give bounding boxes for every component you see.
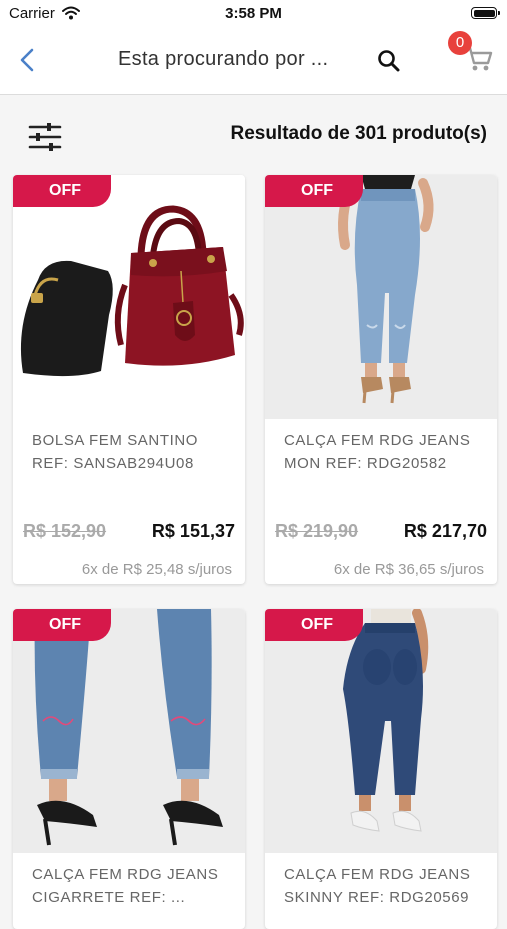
filter-sliders-icon[interactable] [28,122,62,152]
product-card[interactable]: OFF CALÇA FEM RDG JEANS CIGARRETE REF: .… [13,609,245,929]
off-badge: OFF [13,609,111,641]
chevron-left-icon[interactable] [14,46,42,74]
sale-price: R$ 151,37 [151,521,235,541]
product-image-mom-jeans[interactable] [265,175,497,419]
search-icon[interactable] [376,48,402,74]
results-count: Resultado de 301 produto(s) [230,123,487,144]
product-image-skinny-jeans[interactable] [265,609,497,853]
navigation-bar: Esta procurando por ... 0 [0,28,507,95]
status-bar: Carrier 3:58 PM [0,0,507,28]
off-badge: OFF [265,609,363,641]
product-name[interactable]: BOLSA FEM SANTINO REF: SANSAB294U08 [32,429,232,475]
product-card[interactable]: OFF BOLSA FEM SANTINO REF: SANSAB294U08 … [13,175,245,584]
product-card[interactable]: OFF CALÇA FEM RDG JEANS SKINNY REF: RDG2… [265,609,497,929]
product-card[interactable]: OFF CALÇA FEM RDG JEANS MON REF: RDG2058… [265,175,497,584]
cart-count-badge: 0 [448,31,472,55]
product-name[interactable]: CALÇA FEM RDG JEANS MON REF: RDG20582 [284,429,484,475]
product-image-cigarette-jeans[interactable] [13,609,245,853]
status-time: 3:58 PM [225,5,282,22]
product-name[interactable]: CALÇA FEM RDG JEANS SKINNY REF: RDG20569 [284,863,484,909]
installments-text: 6x de R$ 25,48 s/juros [81,561,232,578]
results-header: Resultado de 301 produto(s) [0,95,507,173]
off-badge: OFF [13,175,111,207]
search-query-title[interactable]: Esta procurando por ... [118,48,328,71]
original-price: R$ 219,90 [275,521,359,541]
original-price: R$ 152,90 [23,521,107,541]
product-name[interactable]: CALÇA FEM RDG JEANS CIGARRETE REF: ... [32,863,232,909]
battery-icon [471,7,500,19]
installments-text: 6x de R$ 36,65 s/juros [333,561,484,578]
product-image-handbag[interactable] [13,175,245,419]
sale-price: R$ 217,70 [403,521,487,541]
off-badge: OFF [265,175,363,207]
